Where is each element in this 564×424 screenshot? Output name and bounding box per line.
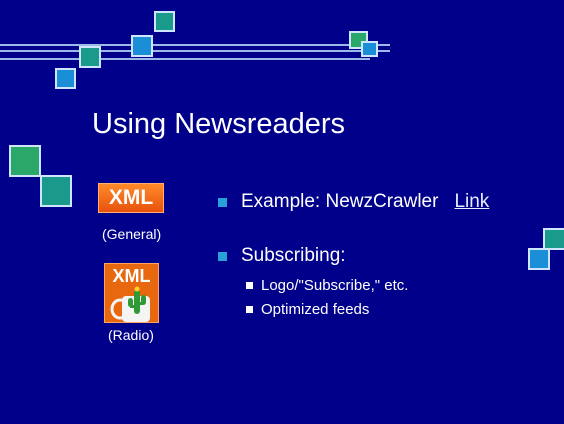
xml-radio-icon: XML xyxy=(104,263,159,323)
sub-bullet-square-icon xyxy=(246,306,253,313)
slide: Using Newsreaders XML (General) XML (Rad… xyxy=(0,0,564,424)
decor-square xyxy=(528,248,550,270)
newzcrawler-link[interactable]: Link xyxy=(454,191,489,213)
decor-line-lower xyxy=(0,58,370,60)
sub-bullet-text: Optimized feeds xyxy=(261,301,370,318)
decor-square xyxy=(361,41,378,57)
mug-cactus-icon xyxy=(110,286,150,322)
decor-square xyxy=(55,68,76,89)
decor-square xyxy=(9,145,41,177)
sub-bullet-square-icon xyxy=(246,282,253,289)
radio-caption: (Radio) xyxy=(108,327,154,343)
bullet-text: Example: NewzCrawler xyxy=(241,191,439,212)
decor-square xyxy=(79,46,101,68)
bullet-text: Subscribing: xyxy=(241,245,346,266)
sub-bullet-text: Logo/"Subscribe," etc. xyxy=(261,277,409,294)
decor-line-top xyxy=(0,44,390,46)
decor-square xyxy=(40,175,72,207)
slide-title: Using Newsreaders xyxy=(92,108,346,140)
decor-square xyxy=(131,35,153,57)
bullet-square-icon xyxy=(218,197,227,207)
bullet-example: Example: NewzCrawler Link xyxy=(218,191,489,213)
decor-line-mid xyxy=(0,50,390,52)
xml-general-icon: XML xyxy=(98,183,164,213)
bullet-square-icon xyxy=(218,251,227,261)
sub-bullet-feeds: Optimized feeds xyxy=(246,301,369,318)
general-caption: (General) xyxy=(102,226,162,242)
decor-square xyxy=(543,228,564,250)
decor-square xyxy=(154,11,175,32)
bullet-subscribing: Subscribing: xyxy=(218,245,346,267)
sub-bullet-logo: Logo/"Subscribe," etc. xyxy=(246,277,408,294)
